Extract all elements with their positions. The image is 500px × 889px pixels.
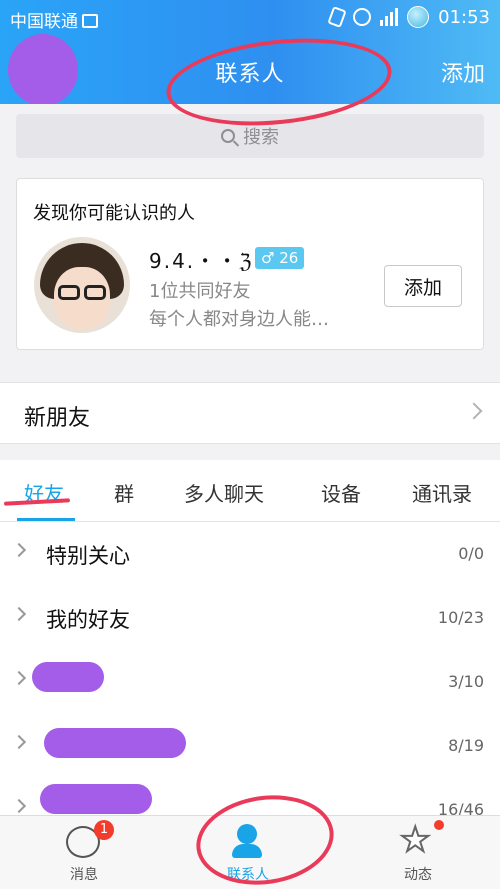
redaction-mark [44, 728, 186, 758]
suggested-description: 每个人都对身边人能… [149, 309, 329, 330]
list-item[interactable]: 8/19 [0, 714, 500, 778]
chevron-right-icon [11, 542, 27, 558]
mutual-friends-text: 1位共同好友 [149, 281, 251, 302]
list-item[interactable]: 特别关心 0/0 [0, 522, 500, 586]
chevron-right-icon [11, 798, 27, 814]
search-icon [221, 129, 235, 143]
add-contact-button[interactable]: 添加 [441, 56, 485, 88]
redaction-mark [40, 784, 152, 814]
status-bar: 中国联通 01:53 [0, 0, 500, 34]
add-suggested-button[interactable]: 添加 [384, 265, 462, 307]
chevron-right-icon [11, 606, 27, 622]
list-item[interactable]: 我的好友 10/23 [0, 586, 500, 650]
search-placeholder: 搜索 [243, 127, 279, 148]
group-count: 10/23 [437, 608, 484, 627]
group-name: 特别关心 [46, 544, 130, 568]
unread-badge: 1 [94, 820, 114, 840]
nav-messages[interactable]: 1 消息 [34, 816, 134, 889]
group-count: 16/46 [437, 800, 484, 815]
active-tab-indicator [17, 518, 75, 521]
contact-tabs: 好友 群 多人聊天 设备 通讯录 [0, 460, 500, 522]
chevron-right-icon [465, 402, 483, 420]
signal-icon [380, 8, 399, 26]
new-friends-label: 新朋友 [24, 406, 91, 431]
nav-feed-label: 动态 [404, 867, 432, 883]
suggestion-card[interactable]: 发现你可能认识的人 9.4.・・ℨ ♂ 26 1位共同好友 每个人都对身边人能…… [16, 178, 484, 350]
tab-address-book[interactable]: 通讯录 [412, 478, 472, 507]
tab-groups[interactable]: 群 [114, 478, 134, 507]
nav-contacts-label: 联系人 [227, 867, 269, 883]
redaction-mark [32, 662, 104, 692]
carrier-label: 中国联通 [10, 12, 78, 32]
status-icons: 01:53 [327, 6, 490, 28]
new-friends-row[interactable]: 新朋友 [0, 382, 500, 444]
chevron-right-icon [11, 670, 27, 686]
nav-messages-label: 消息 [70, 867, 98, 883]
friend-groups-list: 特别关心 0/0 我的好友 10/23 3/10 8/19 16/46 [0, 522, 500, 815]
tab-multichat[interactable]: 多人聊天 [184, 478, 264, 507]
search-area: 搜索 [0, 104, 500, 164]
carrier-text: 中国联通 [10, 7, 98, 32]
chevron-right-icon [11, 734, 27, 750]
tab-devices[interactable]: 设备 [321, 478, 361, 507]
bottom-nav: 1 消息 联系人 ★ 动态 [0, 815, 500, 889]
battery-globe-icon [407, 6, 430, 28]
contacts-icon [232, 824, 262, 858]
page-title: 联系人 [215, 62, 285, 87]
header-bar: 中国联通 01:53 联系人 添加 [0, 0, 500, 106]
group-count: 0/0 [458, 544, 484, 563]
gender-age-badge: ♂ 26 [255, 247, 305, 269]
group-count: 3/10 [448, 672, 484, 691]
alarm-icon [353, 8, 372, 26]
clock: 01:53 [438, 6, 490, 28]
suggested-avatar[interactable] [34, 237, 130, 333]
age-value: 26 [279, 249, 299, 267]
suggested-name: 9.4.・・ℨ [149, 249, 254, 273]
feed-dot-badge [434, 820, 444, 830]
search-input[interactable]: 搜索 [16, 114, 484, 158]
image-notification-icon [82, 14, 98, 28]
group-count: 8/19 [448, 736, 484, 755]
group-name: 我的好友 [46, 608, 130, 632]
star-icon: ★ [399, 820, 432, 860]
nav-feed[interactable]: ★ 动态 [368, 816, 468, 889]
suggestion-heading: 发现你可能认识的人 [33, 203, 195, 224]
list-item[interactable]: 16/46 [0, 778, 500, 815]
vibrate-icon [327, 6, 347, 28]
list-item[interactable]: 3/10 [0, 650, 500, 714]
nav-contacts[interactable]: 联系人 [198, 816, 298, 889]
